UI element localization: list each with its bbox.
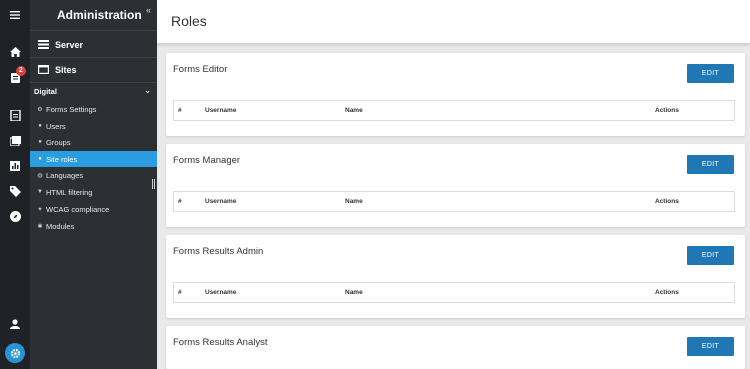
sidebar-item-forms-settings[interactable]: ⚙ Forms Settings [30,101,157,117]
sidebar-item-label: Groups [46,137,71,147]
sidebar-title: Administration [30,0,157,31]
window-icon [38,65,50,75]
column-header-username[interactable]: Username [205,107,236,114]
site-selector[interactable]: Digital ⌄ [30,84,157,99]
compass-icon[interactable] [0,205,30,227]
column-header-username[interactable]: Username [205,198,236,205]
document-icon[interactable] [0,104,30,126]
column-header-actions: Actions [655,198,679,205]
user-icon: ● [38,123,42,129]
sidebar-item-label: Forms Settings [46,104,97,114]
edit-button[interactable]: EDIT [687,337,734,356]
site-name: Digital [34,87,57,96]
role-title: Forms Results Admin [173,246,264,257]
edit-button[interactable]: EDIT [687,155,734,174]
page-header: Roles [157,0,750,44]
menu-icon[interactable] [0,4,30,26]
sidebar-item-label: Users [46,121,66,131]
sidebar-item-label: Server [55,39,84,50]
column-header-name[interactable]: Name [345,198,363,205]
role-members-table: # Username Name Actions [173,282,735,303]
puzzle-icon: ✱ [37,223,43,230]
column-header-number: # [178,198,182,205]
column-header-name[interactable]: Name [345,107,363,114]
sidebar-item-label: Sites [55,64,77,75]
sidebar-item-label: Languages [46,170,84,180]
sidebar-item-wcag-compliance[interactable]: ✦ WCAG compliance [30,201,157,217]
column-header-number: # [178,107,182,114]
sidebar-item-server[interactable]: Server [30,32,157,58]
home-icon[interactable] [0,41,30,63]
chevron-down-icon: ⌄ [144,86,151,95]
tag-icon[interactable] [0,180,30,202]
column-header-actions: Actions [655,289,679,296]
column-header-actions: Actions [655,107,679,114]
sidebar-item-languages[interactable]: ◍ Languages [30,167,157,183]
sidebar-item-label: Site roles [46,154,78,164]
sidebar-item-label: HTML filtering [46,187,93,197]
sidebar-item-users[interactable]: ● Users [30,118,157,134]
dot-icon: ● [38,156,42,162]
role-title: Forms Manager [173,155,241,166]
bar-chart-icon[interactable] [0,155,30,177]
accessibility-icon: ✦ [37,206,43,213]
column-header-name[interactable]: Name [345,289,363,296]
sidebar-item-groups[interactable]: ● Groups [30,134,157,150]
edit-button[interactable]: EDIT [687,246,734,265]
column-header-username[interactable]: Username [205,289,236,296]
role-title: Forms Results Analyst [173,337,268,348]
column-header-number: # [178,289,182,296]
role-members-table: # Username Name Actions [173,100,735,121]
settings-icon [10,348,20,358]
filter-icon: ▼ [37,189,43,195]
role-card-forms-results-analyst: Forms Results Analyst EDIT [166,326,745,369]
sidebar-resize-handle[interactable] [152,179,155,189]
page-title: Roles [171,13,207,29]
sidebar-item-sites[interactable]: Sites [30,57,157,83]
server-list-icon [38,40,50,50]
role-card-forms-manager: Forms Manager EDIT # Username Name Actio… [166,144,745,227]
sidebar-item-label: Modules [46,221,75,231]
edit-button[interactable]: EDIT [687,64,734,83]
sidebar-item-label: WCAG compliance [46,204,110,214]
sidebar-item-site-roles[interactable]: ● Site roles [30,151,157,167]
users-icon: ● [38,139,42,145]
user-icon[interactable] [0,313,30,335]
role-card-forms-results-admin: Forms Results Admin EDIT # Username Name… [166,235,745,318]
globe-icon: ◍ [37,172,43,179]
notification-badge: 2 [16,66,26,76]
collapse-sidebar-icon[interactable]: « [146,5,151,15]
sidebar-item-html-filtering[interactable]: ▼ HTML filtering [30,184,157,200]
admin-sidebar: Administration « Server Sites Digital ⌄ … [30,0,157,369]
icon-rail: 2 [0,0,30,369]
sidebar-item-modules[interactable]: ✱ Modules [30,218,157,234]
role-title: Forms Editor [173,64,228,75]
gallery-icon[interactable] [0,130,30,152]
gear-icon: ⚙ [37,106,43,113]
role-members-table: # Username Name Actions [173,191,735,212]
settings-button[interactable] [5,343,25,363]
role-card-forms-editor: Forms Editor EDIT # Username Name Action… [166,53,745,136]
